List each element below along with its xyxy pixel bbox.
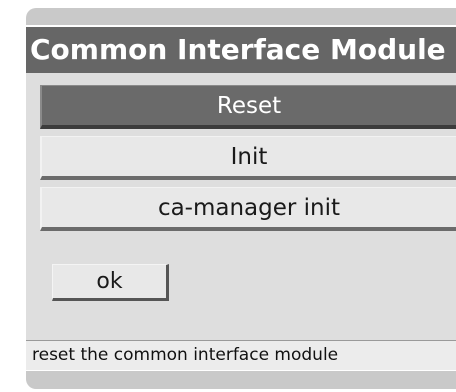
ok-button[interactable]: ok xyxy=(52,264,169,301)
dialog-title: Common Interface Module xyxy=(26,27,456,73)
menu-item-reset[interactable]: Reset xyxy=(40,85,456,129)
status-bar-text: reset the common interface module xyxy=(26,340,456,370)
menu-item-ca-manager-init[interactable]: ca-manager init xyxy=(40,187,456,231)
window-bottom-frame xyxy=(26,371,456,389)
cim-dialog-window: Common Interface Module Reset Init ca-ma… xyxy=(0,0,456,392)
dialog-body: Reset Init ca-manager init ok xyxy=(26,73,456,340)
window-top-frame xyxy=(26,8,456,25)
menu-item-init[interactable]: Init xyxy=(40,136,456,180)
